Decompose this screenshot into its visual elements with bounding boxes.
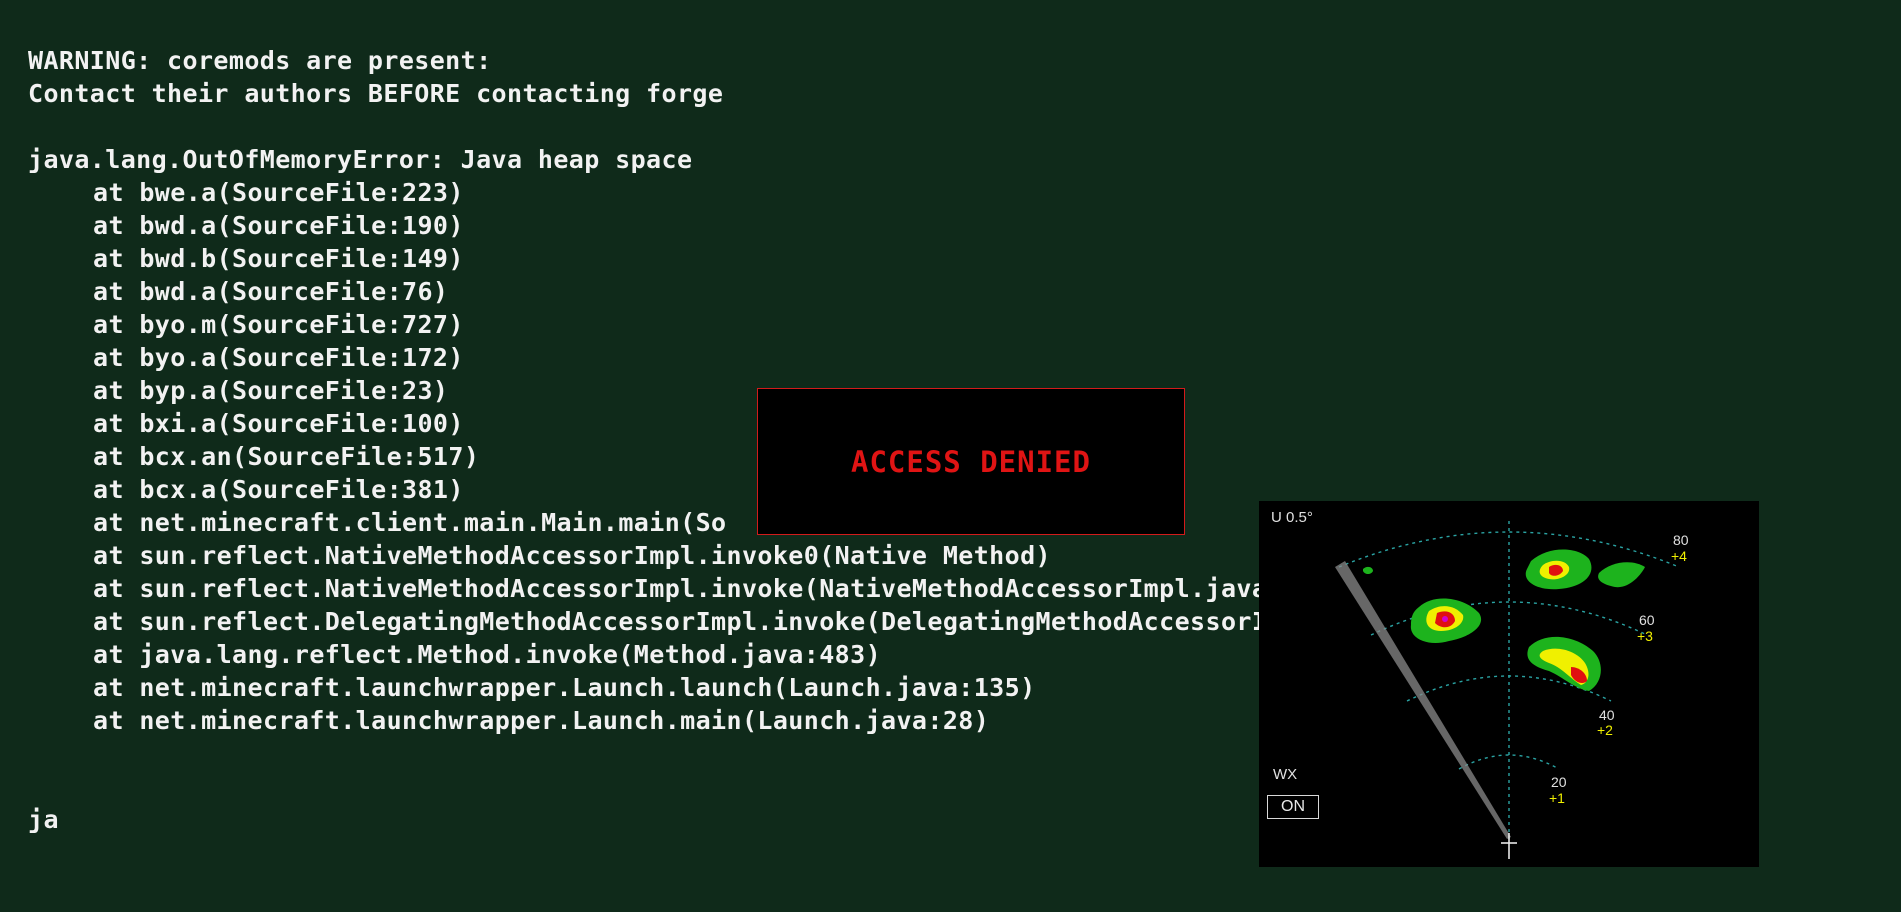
range-label: 60	[1639, 612, 1655, 628]
stack-frame: at sun.reflect.NativeMethodAccessorImpl.…	[93, 574, 1330, 603]
console-line-warning: WARNING: coremods are present:	[28, 46, 492, 75]
console-line-contact: Contact their authors BEFORE contacting …	[28, 79, 724, 108]
weather-radar-display: 80 +4 60 +3 40 +2 20 +1 U 0.5° WX ON	[1259, 501, 1759, 867]
console-line-truncated: ja	[28, 805, 59, 834]
aircraft-symbol	[1501, 833, 1517, 859]
weather-cell-left	[1410, 598, 1482, 644]
access-denied-dialog: ACCESS DENIED	[757, 388, 1185, 535]
wx-label: WX	[1273, 766, 1298, 783]
radar-scan-wedge	[1335, 561, 1511, 839]
stack-frame: at bwd.a(SourceFile:190)	[93, 211, 464, 240]
stack-frame: at sun.reflect.NativeMethodAccessorImpl.…	[93, 541, 1051, 570]
radar-scope: 80 +4 60 +3 40 +2 20 +1	[1335, 521, 1689, 859]
console-line-exception: java.lang.OutOfMemoryError: Java heap sp…	[28, 145, 693, 174]
tilt-label: +1	[1549, 790, 1565, 806]
stack-frame: at net.minecraft.launchwrapper.Launch.ma…	[93, 706, 990, 735]
wx-toggle-button[interactable]: ON	[1267, 795, 1319, 819]
tilt-label: +4	[1671, 548, 1687, 564]
radar-tilt-label: U 0.5°	[1271, 509, 1313, 526]
stack-frame: at bxi.a(SourceFile:100)	[93, 409, 464, 438]
range-label: 40	[1599, 707, 1615, 723]
stack-frame: at bwd.b(SourceFile:149)	[93, 244, 464, 273]
stack-frame: at byo.a(SourceFile:172)	[93, 343, 464, 372]
stack-frame: at byo.m(SourceFile:727)	[93, 310, 464, 339]
stack-frame: at java.lang.reflect.Method.invoke(Metho…	[93, 640, 882, 669]
error-console: WARNING: coremods are present: Contact th…	[28, 44, 1453, 836]
stack-frame: at bwe.a(SourceFile:223)	[93, 178, 464, 207]
tilt-label: +3	[1637, 628, 1653, 644]
stack-frame: at net.minecraft.launchwrapper.Launch.la…	[93, 673, 1036, 702]
weather-cell-small	[1363, 566, 1373, 574]
range-label: 20	[1551, 774, 1567, 790]
stack-frame: at net.minecraft.client.main.Main.main(S…	[93, 508, 727, 537]
range-label: 80	[1673, 532, 1689, 548]
stack-frame: at sun.reflect.DelegatingMethodAccessorI…	[93, 607, 1453, 636]
weather-cell-top	[1525, 549, 1592, 590]
weather-cell-far-right	[1598, 562, 1645, 588]
stack-frame: at bwd.a(SourceFile:76)	[93, 277, 449, 306]
stack-frame: at bcx.an(SourceFile:517)	[93, 442, 480, 471]
tilt-label: +2	[1597, 722, 1613, 738]
stack-frame: at byp.a(SourceFile:23)	[93, 376, 449, 405]
access-denied-message: ACCESS DENIED	[851, 444, 1091, 479]
stack-frame: at bcx.a(SourceFile:381)	[93, 475, 464, 504]
